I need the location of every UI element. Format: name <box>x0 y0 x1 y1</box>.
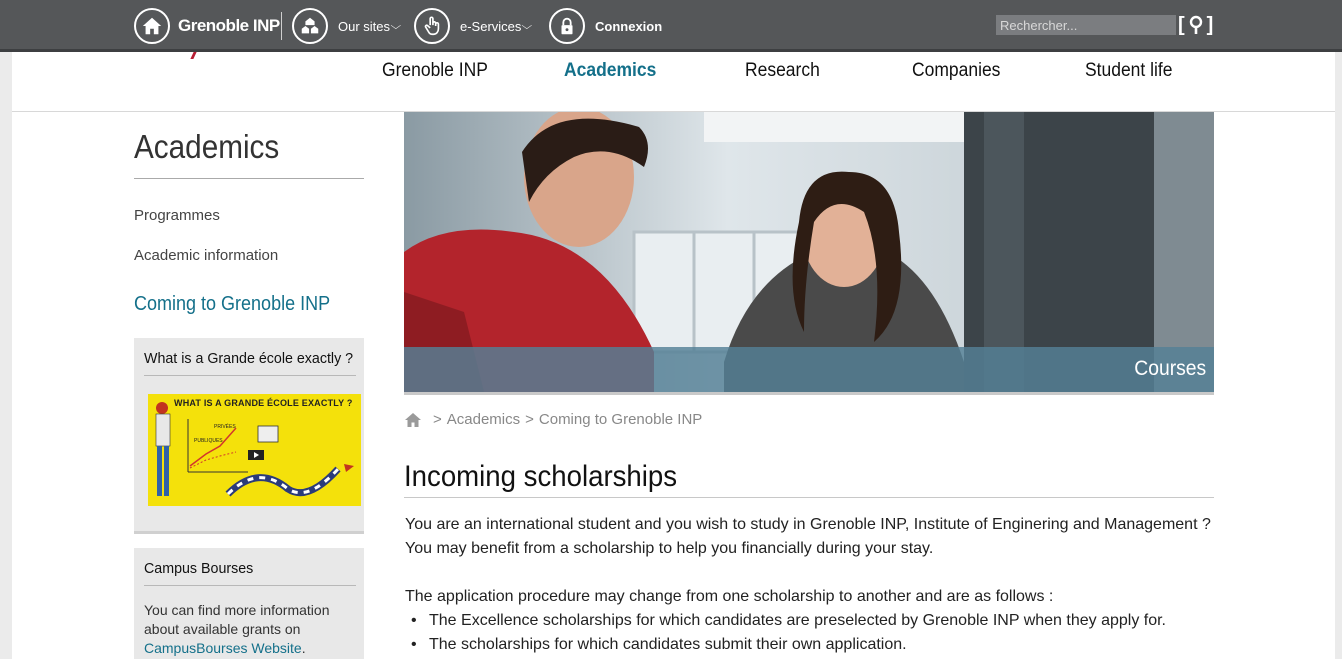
intro-line-1: You are an international student and you… <box>405 516 1211 533</box>
hero-caption-band: Courses <box>404 347 1214 392</box>
hero-underline <box>404 392 1214 395</box>
campus-bourses-text: You can find more information about avai… <box>144 601 354 658</box>
home-icon[interactable] <box>404 412 422 428</box>
sites-icon <box>292 8 328 44</box>
sidebar-link-current[interactable]: Coming to Grenoble INP <box>134 293 330 316</box>
sidebar-link-academic-information[interactable]: Academic information <box>134 247 278 264</box>
our-sites-label: Our sites <box>338 18 391 34</box>
search-input[interactable] <box>996 15 1176 35</box>
video-illustration <box>148 394 361 506</box>
page-title: Incoming scholarships <box>404 460 678 493</box>
home-link[interactable]: Grenoble INP <box>134 0 280 52</box>
connexion-label: Connexion <box>595 18 663 34</box>
campus-bourses-title: Campus Bourses <box>144 560 254 577</box>
hero-banner: Courses <box>404 112 1214 392</box>
connexion-link[interactable]: Connexion <box>549 0 662 52</box>
e-services-menu[interactable]: e-Services ⌵ <box>414 0 533 52</box>
hand-pointer-icon <box>414 8 450 44</box>
thumbnail-label-publiques: PUBLIQUES <box>194 438 223 444</box>
grande-ecole-box: What is a Grande école exactly ? WHAT IS… <box>134 338 364 534</box>
procedure-paragraph: The application procedure may change fro… <box>405 588 1054 605</box>
chevron-down-icon: ⌵ <box>390 20 402 32</box>
thumbnail-label-privees: PRIVÉES <box>214 424 236 430</box>
thumbnail-caption: WHAT IS A GRANDE ÉCOLE EXACTLY ? <box>174 398 353 408</box>
e-services-label: e-Services <box>460 18 522 34</box>
list-item: The scholarships for which candidates su… <box>411 633 1166 657</box>
nav-item-research[interactable]: Research <box>745 60 820 82</box>
campus-bourses-period: . <box>301 640 306 656</box>
lock-icon <box>549 8 585 44</box>
topbar-divider <box>281 12 282 40</box>
intro-paragraph: You are an international student and you… <box>405 513 1225 561</box>
search-icon <box>1189 15 1202 34</box>
grande-ecole-video-thumbnail[interactable]: WHAT IS A GRANDE ÉCOLE EXACTLY ? PRIVÉES… <box>148 394 361 506</box>
campus-bourses-link[interactable]: CampusBourses Website <box>144 640 302 656</box>
breadcrumb-separator: > <box>525 411 534 428</box>
sidebar-divider <box>134 178 364 179</box>
nav-item-academics[interactable]: Academics <box>564 60 656 82</box>
intro-line-2: You may benefit from a scholarship to he… <box>405 540 934 557</box>
hero-caption-text: Courses <box>1134 357 1206 380</box>
title-divider <box>404 497 1214 498</box>
search-bracket-right: ] <box>1206 13 1214 36</box>
our-sites-menu[interactable]: Our sites ⌵ <box>292 0 402 52</box>
box-divider <box>144 585 356 586</box>
campus-bourses-description: You can find more information about avai… <box>144 602 330 637</box>
brand-name: Grenoble INP <box>178 16 280 35</box>
search-button[interactable]: [ ] <box>1178 12 1213 38</box>
nav-item-student-life[interactable]: Student life <box>1085 60 1172 82</box>
home-icon <box>134 8 170 44</box>
breadcrumb-academics[interactable]: Academics <box>447 411 520 428</box>
main-nav: Grenoble INP Academics Research Companie… <box>12 52 1335 112</box>
chevron-down-icon: ⌵ <box>521 20 533 32</box>
top-bar: Grenoble INP Our sites ⌵ e-Services ⌵ Co… <box>0 0 1342 52</box>
breadcrumb-separator: > <box>433 411 442 428</box>
sidebar-link-programmes[interactable]: Programmes <box>134 207 220 224</box>
sidebar-title: Academics <box>134 128 280 165</box>
search-bracket-left: [ <box>1178 13 1185 36</box>
breadcrumb: > Academics > Coming to Grenoble INP <box>404 411 702 428</box>
campus-bourses-box: Campus Bourses You can find more informa… <box>134 548 364 659</box>
breadcrumb-coming-to-grenoble-inp[interactable]: Coming to Grenoble INP <box>539 411 702 428</box>
nav-item-companies[interactable]: Companies <box>912 60 1000 82</box>
scholarship-list: The Excellence scholarships for which ca… <box>411 609 1166 657</box>
grande-ecole-box-title: What is a Grande école exactly ? <box>144 350 354 367</box>
list-item: The Excellence scholarships for which ca… <box>411 609 1166 633</box>
nav-item-grenoble-inp[interactable]: Grenoble INP <box>382 60 488 82</box>
box-divider <box>144 375 356 376</box>
